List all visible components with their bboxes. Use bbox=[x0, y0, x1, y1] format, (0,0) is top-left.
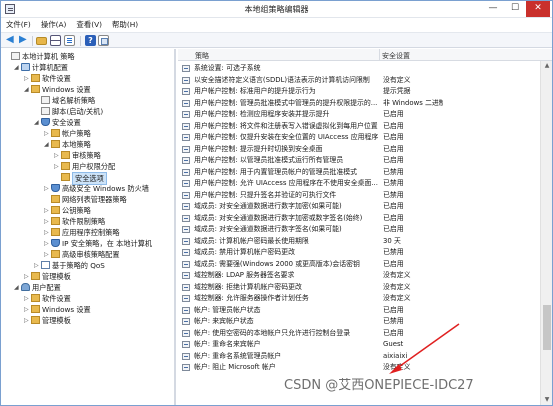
red-annotation-arrow bbox=[389, 323, 460, 374]
main-window: 本地组策略编辑器 — ☐ ✕ 文件(F) 操作(A) 查看(V) 帮助(H) ◀ ▶ … bbox=[0, 0, 553, 406]
watermark: CSDN @艾西ONEPIECE-IDC27 bbox=[284, 378, 474, 393]
